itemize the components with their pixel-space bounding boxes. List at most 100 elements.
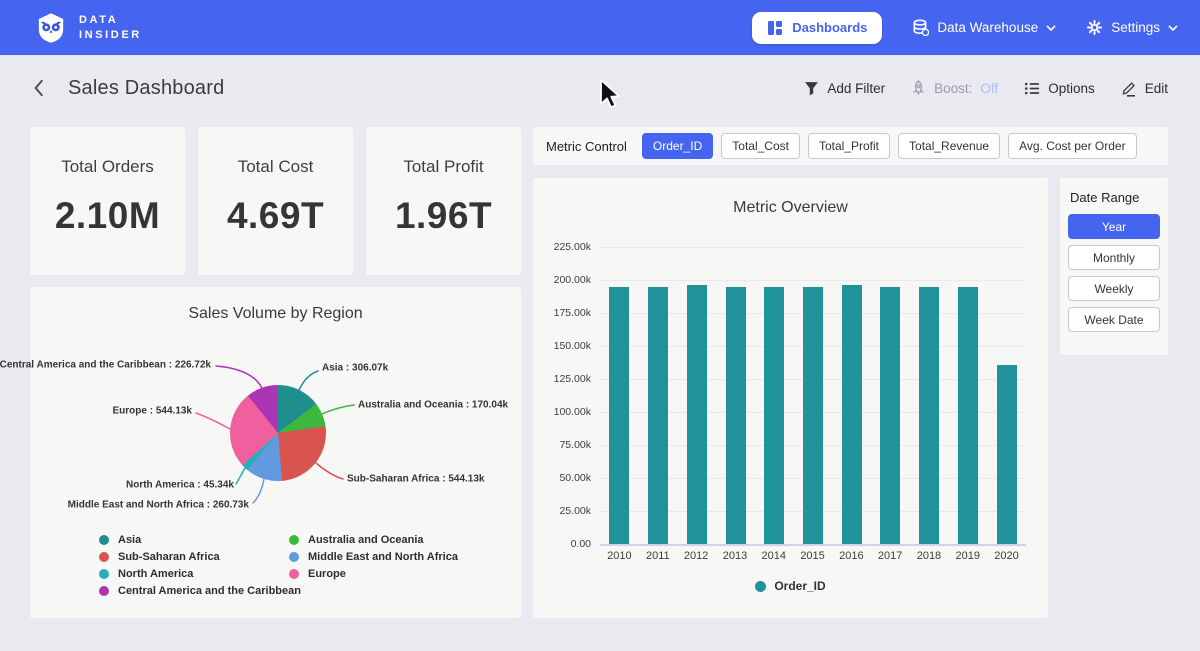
database-icon (912, 19, 929, 36)
options-label: Options (1048, 81, 1095, 96)
bar-2012[interactable] (687, 285, 707, 544)
legend-dot (99, 535, 109, 545)
chevron-down-icon (1168, 24, 1178, 32)
callout-line-middle-east-north-africa (253, 479, 264, 503)
kpi-value: 2.10M (55, 195, 160, 237)
settings-menu[interactable]: Settings (1086, 19, 1178, 36)
legend-label: Asia (118, 534, 141, 546)
date-range-weekly-button[interactable]: Weekly (1068, 276, 1160, 301)
kpi-card-total-orders: Total Orders 2.10M (30, 127, 185, 275)
metric-control-bar: Metric Control Order_ID Total_Cost Total… (533, 127, 1168, 165)
bar-xaxis: 2010201120122013201420152016201720182019… (600, 550, 1026, 562)
pie-callout-europe: Europe : 544.13k (113, 406, 192, 417)
pie-legend-item-sub-saharan-africa[interactable]: Sub-Saharan Africa (99, 551, 301, 563)
pie-legend-column-1: Asia Sub-Saharan Africa North America Ce… (99, 534, 301, 597)
back-button[interactable] (32, 78, 46, 98)
bar-2019[interactable] (958, 287, 978, 544)
legend-dot (99, 552, 109, 562)
pie-legend-item-middle-east-north-africa[interactable]: Middle East and North Africa (289, 551, 458, 563)
y-tick-label: 225.00k (554, 241, 591, 253)
chevron-left-icon (32, 78, 46, 98)
metric-chip-total-cost[interactable]: Total_Cost (721, 133, 800, 159)
metric-chip-avg-cost-per-order[interactable]: Avg. Cost per Order (1008, 133, 1137, 159)
legend-dot (289, 569, 299, 579)
date-range-week-date-button[interactable]: Week Date (1068, 307, 1160, 332)
add-filter-button[interactable]: Add Filter (804, 81, 885, 96)
legend-dot (99, 586, 109, 596)
callout-line-europe (196, 413, 230, 429)
bar-2020[interactable] (997, 365, 1017, 544)
metric-chip-total-revenue[interactable]: Total_Revenue (898, 133, 1000, 159)
data-warehouse-menu[interactable]: Data Warehouse (912, 19, 1056, 36)
edit-button[interactable]: Edit (1121, 80, 1168, 97)
legend-dot (755, 581, 766, 592)
kpi-value: 4.69T (227, 195, 324, 237)
x-tick-label: 2012 (684, 550, 708, 562)
legend-label: Middle East and North Africa (308, 551, 458, 563)
options-button[interactable]: Options (1024, 81, 1095, 96)
metric-control-label: Metric Control (546, 139, 627, 154)
pie-legend-item-australia-oceania[interactable]: Australia and Oceania (289, 534, 458, 546)
bar-2016[interactable] (842, 285, 862, 544)
brand-logo[interactable]: DATA INSIDER (34, 12, 142, 44)
bar-series (600, 247, 1026, 544)
filter-icon (804, 81, 819, 96)
x-tick-label: 2014 (762, 550, 786, 562)
bar-2013[interactable] (726, 287, 746, 544)
x-tick-label: 2013 (723, 550, 747, 562)
x-tick-label: 2017 (878, 550, 902, 562)
date-range-panel: Date Range Year Monthly Weekly Week Date (1060, 178, 1168, 355)
bar-2018[interactable] (919, 287, 939, 544)
y-tick-label: 25.00k (559, 505, 591, 517)
options-list-icon (1024, 81, 1040, 96)
brand-line2: INSIDER (79, 28, 142, 43)
metric-chip-total-profit[interactable]: Total_Profit (808, 133, 890, 159)
dashboards-button[interactable]: Dashboards (752, 12, 882, 44)
kpi-card-total-cost: Total Cost 4.69T (198, 127, 353, 275)
metric-chip-order-id[interactable]: Order_ID (642, 133, 713, 159)
sales-volume-panel: Sales Volume by Region Asia : 306.07k Au… (30, 287, 521, 618)
callout-line-sub-saharan-africa (316, 463, 343, 479)
owl-logo-icon (34, 12, 68, 44)
add-filter-label: Add Filter (827, 81, 885, 96)
bar-2015[interactable] (803, 287, 823, 544)
pie-callout-central-america: Central America and the Caribbean : 226.… (0, 360, 211, 371)
callout-line-australia-oceania (322, 405, 354, 414)
legend-dot (289, 535, 299, 545)
y-tick-label: 75.00k (559, 439, 591, 451)
pie-legend-item-north-america[interactable]: North America (99, 568, 301, 580)
legend-dot (99, 569, 109, 579)
page-title: Sales Dashboard (68, 77, 224, 100)
boost-toggle[interactable]: Boost: Off (911, 80, 998, 96)
kpi-value: 1.96T (395, 195, 492, 237)
legend-label: North America (118, 568, 193, 580)
date-range-year-button[interactable]: Year (1068, 214, 1160, 239)
y-tick-label: 200.00k (554, 274, 591, 286)
pie-legend-item-europe[interactable]: Europe (289, 568, 458, 580)
pencil-icon (1121, 80, 1137, 97)
pie-legend-item-asia[interactable]: Asia (99, 534, 301, 546)
pie[interactable] (230, 385, 326, 481)
bar-2011[interactable] (648, 287, 668, 544)
bar-2010[interactable] (609, 287, 629, 544)
bar-2017[interactable] (880, 287, 900, 544)
legend-label: Europe (308, 568, 346, 580)
page-header: Sales Dashboard Add Filter Boost: Off (0, 55, 1200, 121)
pie-callout-middle-east-north-africa: Middle East and North Africa : 260.73k (68, 500, 249, 511)
legend-label: Sub-Saharan Africa (118, 551, 220, 563)
kpi-label: Total Profit (403, 157, 483, 177)
brand-line1: DATA (79, 13, 142, 28)
y-tick-label: 175.00k (554, 307, 591, 319)
callout-line-asia (299, 371, 318, 390)
kpi-label: Total Cost (238, 157, 314, 177)
dashboard-grid-icon (767, 20, 783, 36)
bar-2014[interactable] (764, 287, 784, 544)
pie-callout-sub-saharan-africa: Sub-Saharan Africa : 544.13k (347, 474, 484, 485)
bar-legend-item-order-id[interactable]: Order_ID (533, 579, 1048, 593)
boost-label: Boost: (934, 81, 972, 96)
pie-legend-item-central-america[interactable]: Central America and the Caribbean (99, 585, 301, 597)
pie-legend-column-2: Australia and Oceania Middle East and No… (289, 534, 458, 580)
legend-dot (289, 552, 299, 562)
x-tick-label: 2020 (994, 550, 1018, 562)
date-range-monthly-button[interactable]: Monthly (1068, 245, 1160, 270)
